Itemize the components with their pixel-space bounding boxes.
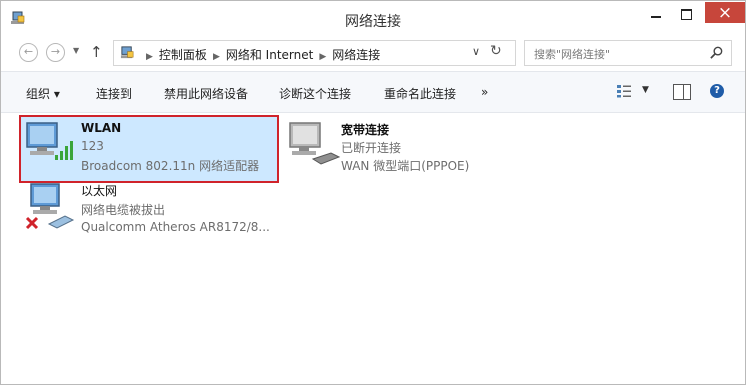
more-commands-button[interactable]: » [481,85,488,99]
connections-list-area [1,112,745,384]
disable-device-button[interactable]: 禁用此网络设备 [164,85,248,102]
control-panel-icon [120,46,134,59]
back-arrow-icon: ← [23,45,34,58]
breadcrumb-network-internet[interactable]: 网络和 Internet [226,48,313,62]
close-button[interactable]: × [705,2,745,23]
window-title: 网络连接 [345,14,401,30]
minimize-button[interactable] [643,3,669,25]
up-arrow-icon: ↑ [90,43,103,61]
breadcrumb-sep-icon[interactable]: ▶ [213,52,220,62]
forward-button[interactable]: → [46,43,65,62]
refresh-button[interactable]: ↻ [490,43,502,59]
help-icon[interactable]: ? [710,84,724,98]
view-options-dropdown[interactable]: ▼ [642,85,649,95]
recent-locations-dropdown[interactable]: ▼ [73,46,79,55]
maximize-icon [680,8,692,20]
command-bar: 组织 ▾ 连接到 禁用此网络设备 诊断这个连接 重命名此连接 » ▼ ? [1,71,745,113]
search-input[interactable]: 搜索"网络连接" [524,40,732,66]
diagnose-connection-button[interactable]: 诊断这个连接 [279,85,351,102]
address-row: ← → ▼ ↑ ▶ 控制面板 ▶ 网络和 Internet ▶ 网络连接 ∨ ↻ 搜索"网… [1,37,745,69]
search-placeholder: 搜索"网络连接" [534,48,611,61]
breadcrumb-control-panel[interactable]: 控制面板 [159,48,207,62]
back-button[interactable]: ← [19,43,38,62]
organize-button[interactable]: 组织 ▾ [26,85,60,102]
rename-connection-button[interactable]: 重命名此连接 [384,85,456,102]
change-view-icon[interactable] [616,84,632,98]
up-button[interactable]: ↑ [90,43,103,61]
address-bar[interactable]: ▶ 控制面板 ▶ 网络和 Internet ▶ 网络连接 ∨ ↻ [113,40,516,66]
search-icon[interactable] [709,45,724,60]
breadcrumb-network-connections[interactable]: 网络连接 [332,48,380,62]
maximize-button[interactable] [673,3,699,25]
refresh-icon: ↻ [490,43,502,59]
breadcrumb-sep-icon[interactable]: ▶ [319,52,326,62]
forward-arrow-icon: → [50,45,61,58]
minimize-icon [651,16,661,18]
breadcrumb: ▶ 控制面板 ▶ 网络和 Internet ▶ 网络连接 [140,46,380,63]
title-bar: 网络连接 × [1,1,745,37]
network-connections-window: 网络连接 × ← → ▼ ↑ ▶ 控制面板 ▶ 网络和 Internet ▶ 网络连接 ∨… [0,0,746,385]
connect-to-button[interactable]: 连接到 [96,85,132,102]
preview-pane-icon[interactable] [673,84,691,100]
close-icon: × [717,2,733,23]
breadcrumb-sep-icon[interactable]: ▶ [146,52,153,62]
address-history-dropdown[interactable]: ∨ [472,45,480,58]
